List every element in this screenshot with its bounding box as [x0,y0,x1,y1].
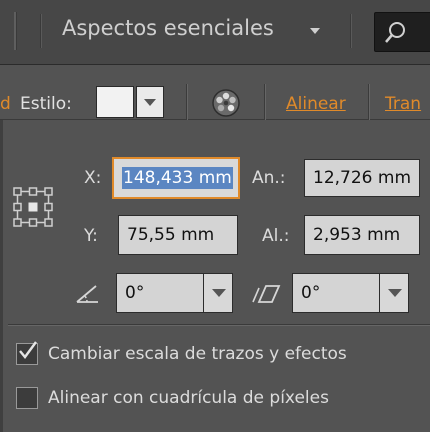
workspace-switcher-label[interactable]: Aspectos esenciales [62,16,274,40]
y-label: Y: [84,226,98,246]
divider [8,324,430,326]
chevron-down-icon [144,99,156,106]
divider [186,84,188,120]
shear-field[interactable]: 0° [292,273,380,313]
rotate-icon [76,285,98,303]
graphic-style-swatch[interactable] [96,86,134,118]
search-input[interactable] [374,12,430,52]
chevron-down-icon[interactable] [310,28,320,34]
transform-link[interactable]: Tran [385,94,421,114]
search-icon [385,22,405,43]
panel-edge [0,120,3,432]
scale-strokes-checkbox[interactable] [16,341,38,365]
reference-point-icon[interactable] [12,186,54,228]
scale-strokes-label[interactable]: Cambiar escala de trazos y efectos [48,344,347,364]
recolor-artwork-icon[interactable] [211,88,241,118]
rotate-dropdown[interactable] [203,273,233,313]
chevron-down-icon [212,289,226,297]
pixel-grid-checkbox[interactable] [16,387,38,409]
checkmark-icon [19,341,37,359]
style-label: Estilo: [20,94,72,114]
divider [40,14,42,48]
rotate-field[interactable]: 0° [116,273,204,313]
width-field[interactable]: 12,726 mm [304,159,420,197]
divider [350,14,352,48]
chevron-down-icon [388,289,402,297]
pixel-grid-label[interactable]: Alinear con cuadrícula de píxeles [48,388,329,408]
x-label: X: [84,168,102,188]
width-label: An.: [252,168,286,188]
divider [368,84,370,120]
height-field[interactable]: 2,953 mm [304,215,420,255]
graphic-style-dropdown[interactable] [136,86,164,118]
truncated-link[interactable]: d [0,94,11,114]
x-value: 148,433 mm [122,167,233,189]
y-field[interactable]: 75,55 mm [118,215,238,255]
shear-icon [252,285,281,303]
divider [264,84,266,120]
panel-grip[interactable] [14,12,17,50]
height-label: Al.: [262,226,290,246]
x-field[interactable]: 148,433 mm [112,157,240,199]
align-link[interactable]: Alinear [286,94,346,114]
shear-dropdown[interactable] [379,273,409,313]
